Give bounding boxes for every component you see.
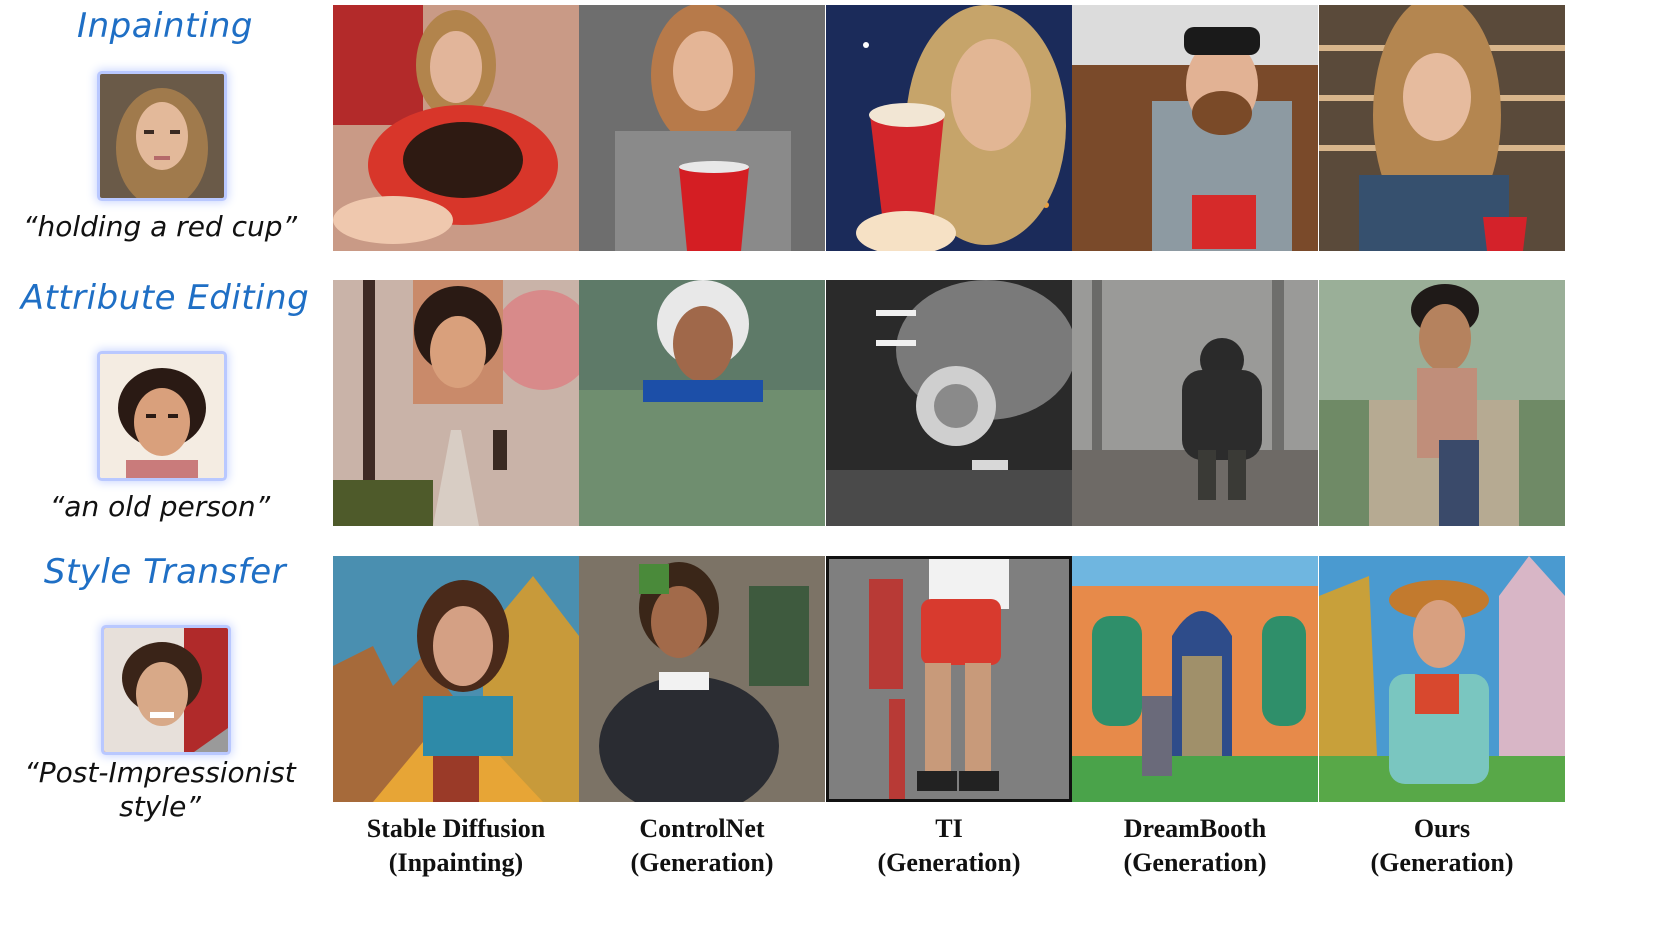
row-title-attribute-editing: Attribute Editing: [20, 278, 310, 318]
row-title-style-transfer: Style Transfer: [43, 552, 287, 592]
column-label-line2: (Generation): [630, 848, 774, 877]
column-label-line2: (Generation): [1370, 848, 1514, 877]
image-controlnet-old-person: [579, 280, 825, 526]
image-sd-inpainting-red-cup: [333, 5, 579, 251]
reference-photo-smiling-woman: [104, 628, 228, 752]
column-label-line1: Ours: [1413, 814, 1471, 843]
prompt-holding-red-cup: “holding a red cup”: [22, 210, 298, 243]
reference-photo-woman: [100, 74, 224, 198]
image-dreambooth-old-person: [1072, 280, 1318, 526]
image-ti-red-cup: [826, 5, 1072, 251]
column-label-line1: Stable Diffusion: [366, 814, 546, 843]
column-label-line1: DreamBooth: [1123, 814, 1267, 843]
row-title-inpainting: Inpainting: [77, 6, 253, 46]
column-label-ours: Ours (Generation): [1319, 812, 1565, 880]
prompt-old-person: “an old person”: [49, 490, 271, 523]
image-ours-old-person: [1319, 280, 1565, 526]
column-label-line1: ControlNet: [639, 814, 765, 843]
column-label-line2: (Generation): [877, 848, 1021, 877]
image-sd-inpainting-post-impressionist: [333, 556, 579, 802]
column-label-stable-diffusion: Stable Diffusion (Inpainting): [333, 812, 579, 880]
image-controlnet-post-impressionist: [579, 556, 825, 802]
image-sd-inpainting-old-person: [333, 280, 579, 526]
image-ti-old-person: [826, 280, 1072, 526]
image-dreambooth-red-cup: [1072, 5, 1318, 251]
image-dreambooth-post-impressionist: [1072, 556, 1318, 802]
prompt-line-1: “Post-Impressionist: [24, 756, 296, 789]
column-label-controlnet: ControlNet (Generation): [579, 812, 825, 880]
prompt-line-2: style”: [119, 790, 201, 823]
column-label-line2: (Inpainting): [388, 848, 524, 877]
image-ti-post-impressionist: [826, 556, 1072, 802]
image-ours-post-impressionist: [1319, 556, 1565, 802]
reference-photo-young-man: [100, 354, 224, 478]
column-label-dreambooth: DreamBooth (Generation): [1072, 812, 1318, 880]
image-controlnet-red-cup: [579, 5, 825, 251]
column-label-line2: (Generation): [1123, 848, 1267, 877]
prompt-post-impressionist: “Post-Impressionist style”: [0, 756, 320, 824]
column-label-ti: TI (Generation): [826, 812, 1072, 880]
image-ours-red-cup: [1319, 5, 1565, 251]
column-label-line1: TI: [935, 814, 963, 843]
